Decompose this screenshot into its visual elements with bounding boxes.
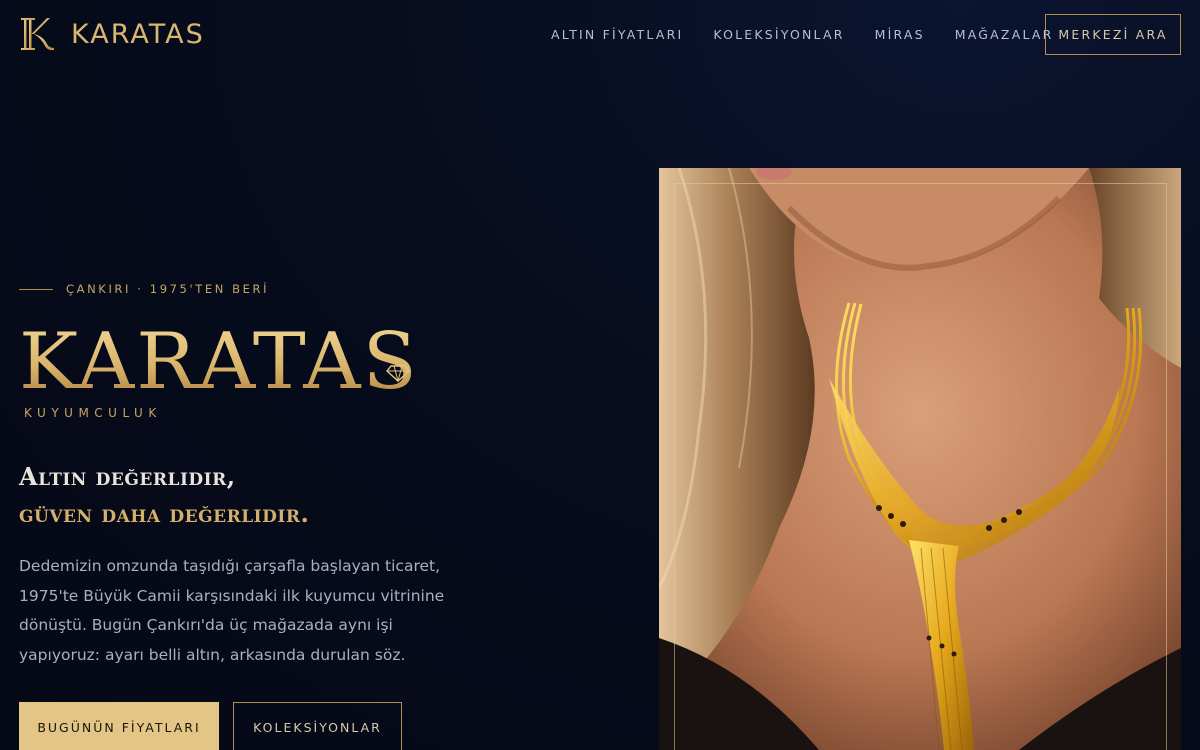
tagline-line-2: güven daha değerlidir. (19, 499, 310, 528)
main-nav: ALTIN FİYATLARI KOLEKSİYONLAR MİRAS MAĞA… (551, 27, 1084, 42)
nav-item-magazalar[interactable]: MAĞAZALAR (955, 27, 1054, 42)
site-header: KARATAS ALTIN FİYATLARI KOLEKSİYONLAR Mİ… (0, 0, 1200, 70)
eyebrow-text: ÇANKIRI · 1975'TEN BERİ (66, 282, 270, 296)
logo[interactable]: KARATAS (19, 14, 205, 54)
nav-item-miras[interactable]: MİRAS (875, 27, 925, 42)
brand-title: KARATAS (19, 318, 419, 398)
k-monogram-icon (21, 18, 54, 51)
collections-button[interactable]: KOLEKSİYONLAR (233, 702, 402, 750)
todays-prices-button[interactable]: BUGÜNÜN FİYATLARI (19, 702, 219, 750)
call-center-button[interactable]: MERKEZİ ARA (1045, 14, 1181, 55)
hero-description: Dedemizin omzunda taşıdığı çarşafla başl… (19, 557, 445, 664)
eyebrow: ÇANKIRI · 1975'TEN BERİ (19, 282, 269, 296)
nav-item-altin-fiyatlari[interactable]: ALTIN FİYATLARI (551, 27, 683, 42)
brand-subtitle: KUYUMCULUK (24, 406, 162, 420)
logo-text: KARATAS (71, 18, 205, 50)
eyebrow-divider (19, 288, 53, 290)
tagline-line-1: Altın değerlidir, (19, 462, 236, 491)
brand-wordmark: KARATAS (19, 318, 419, 398)
nav-item-koleksiyonlar[interactable]: KOLEKSİYONLAR (713, 27, 844, 42)
hero-photo-gold-necklace (659, 168, 1181, 750)
